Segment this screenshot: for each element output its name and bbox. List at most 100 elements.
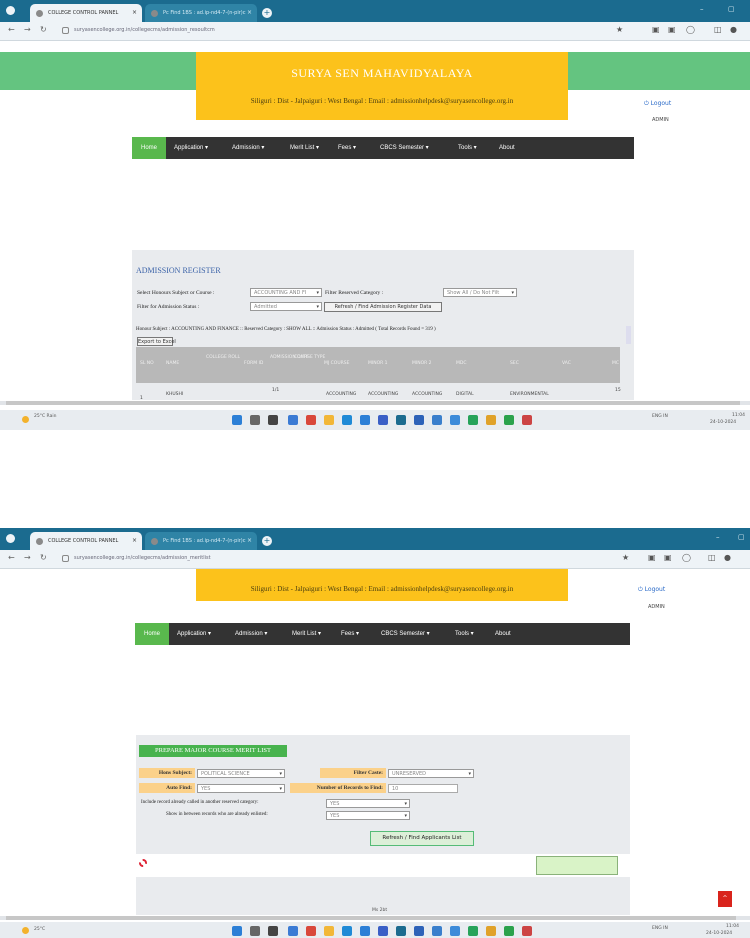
site-info-icon[interactable] — [62, 27, 69, 34]
menu-tools[interactable]: Tools ▾ — [458, 137, 477, 159]
bookmark-star-icon[interactable]: ★ — [616, 25, 623, 34]
app-icon[interactable] — [504, 926, 514, 936]
app-icon[interactable] — [522, 926, 532, 936]
url-field[interactable]: suryasencollege.org.in/collegecms/admiss… — [74, 555, 211, 561]
app-icon[interactable] — [504, 415, 514, 425]
refresh-register-button[interactable]: Refresh / Find Admission Register Data — [324, 302, 442, 312]
app-icon[interactable] — [360, 926, 370, 936]
menu-home[interactable]: Home — [135, 623, 169, 645]
menu-fees[interactable]: Fees ▾ — [338, 137, 356, 159]
menu-fees[interactable]: Fees ▾ — [341, 623, 359, 645]
menu-cbcs-semester[interactable]: CBCS Semester ▾ — [381, 623, 430, 645]
edge-icon[interactable] — [342, 415, 352, 425]
mail-icon[interactable] — [432, 926, 442, 936]
search-icon[interactable] — [250, 415, 260, 425]
close-tab-icon[interactable]: × — [247, 532, 252, 550]
browser-tab-inactive[interactable]: Pc Find 1BS : ad.ip-nd4-7-(n-pir)c × — [145, 4, 257, 22]
bookmark-star-icon[interactable]: ★ — [622, 553, 629, 562]
site-info-icon[interactable] — [62, 555, 69, 562]
scroll-to-top-button[interactable]: ^ — [718, 891, 732, 907]
menu-merit-list[interactable]: Merit List ▾ — [290, 137, 319, 159]
extension-icon[interactable]: ▣ — [652, 25, 660, 34]
file-explorer-icon[interactable] — [324, 926, 334, 936]
minimize-icon[interactable]: – — [700, 5, 704, 13]
widgets-icon[interactable] — [288, 415, 298, 425]
browser-tab-inactive[interactable]: Pc Find 1BS : ad.ip-nd4-7-(n-pir)c × — [145, 532, 257, 550]
menu-tools[interactable]: Tools ▾ — [455, 623, 474, 645]
language-indicator[interactable]: ENG IN — [652, 414, 668, 419]
account-icon[interactable]: ● — [724, 553, 731, 562]
account-icon[interactable]: ● — [730, 25, 737, 34]
hons-subject-select[interactable]: POLITICAL SCIENCE ▾ — [197, 769, 285, 778]
menu-admission[interactable]: Admission ▾ — [232, 137, 264, 159]
task-view-icon[interactable] — [268, 415, 278, 425]
start-icon[interactable] — [232, 415, 242, 425]
widgets-icon[interactable] — [288, 926, 298, 936]
reload-icon[interactable]: ↻ — [40, 553, 47, 562]
app-icon[interactable] — [396, 415, 406, 425]
new-tab-icon[interactable]: + — [262, 536, 272, 546]
app-icon[interactable] — [396, 926, 406, 936]
back-icon[interactable]: ← — [8, 553, 15, 562]
app-icon[interactable] — [414, 926, 424, 936]
show-between-select[interactable]: YES ▾ — [326, 811, 410, 820]
app-icon[interactable] — [414, 415, 424, 425]
browser-menu-icon[interactable] — [6, 6, 15, 15]
app-icon[interactable] — [378, 926, 388, 936]
records-to-find-input[interactable]: 10 — [388, 784, 458, 793]
browser-tab-active[interactable]: COLLEGE CONTROL PANNEL × — [30, 532, 142, 550]
menu-application[interactable]: Application ▾ — [174, 137, 208, 159]
new-tab-icon[interactable]: + — [262, 8, 272, 18]
search-icon[interactable] — [250, 926, 260, 936]
downloads-icon[interactable]: ▣ — [664, 553, 672, 562]
app-icon[interactable] — [378, 415, 388, 425]
chrome-icon[interactable] — [306, 415, 316, 425]
edge-icon[interactable] — [342, 926, 352, 936]
reload-icon[interactable]: ↻ — [40, 25, 47, 34]
profile-icon[interactable]: ◯ — [686, 25, 695, 34]
app-icon[interactable] — [486, 926, 496, 936]
refresh-applicants-button[interactable]: Refresh / Find Applicants List — [370, 831, 474, 846]
app-icon[interactable] — [468, 926, 478, 936]
maximize-icon[interactable]: ▢ — [728, 5, 735, 13]
browser-menu-icon[interactable] — [6, 534, 15, 543]
sidebar-icon[interactable]: ◫ — [708, 553, 716, 562]
maximize-icon[interactable]: ▢ — [738, 533, 745, 541]
menu-merit-list[interactable]: Merit List ▾ — [292, 623, 321, 645]
language-indicator[interactable]: ENG IN — [652, 926, 668, 931]
mail-icon[interactable] — [432, 415, 442, 425]
auto-find-select[interactable]: YES ▾ — [197, 784, 285, 793]
sidebar-icon[interactable]: ◫ — [714, 25, 722, 34]
horizontal-scrollbar[interactable] — [6, 401, 740, 405]
app-icon[interactable] — [468, 415, 478, 425]
forward-icon[interactable]: → — [24, 25, 31, 34]
chrome-icon[interactable] — [306, 926, 316, 936]
export-excel-button[interactable]: Export to Excel — [137, 337, 176, 346]
menu-cbcs-semester[interactable]: CBCS Semester ▾ — [380, 137, 429, 159]
menu-application[interactable]: Application ▾ — [177, 623, 211, 645]
browser-tab-active[interactable]: COLLEGE CONTROL PANNEL × — [30, 4, 142, 22]
forward-icon[interactable]: → — [24, 553, 31, 562]
vertical-scrollbar[interactable] — [626, 326, 631, 344]
clock-date[interactable]: 24-10-2024 — [710, 420, 736, 425]
admission-status-select[interactable]: Admitted ▾ — [250, 302, 322, 311]
app-icon[interactable] — [486, 415, 496, 425]
menu-about[interactable]: About — [495, 623, 511, 645]
close-tab-icon[interactable]: × — [132, 532, 137, 550]
include-record-select[interactable]: YES ▾ — [326, 799, 410, 808]
app-icon[interactable] — [450, 926, 460, 936]
downloads-icon[interactable]: ▣ — [668, 25, 676, 34]
menu-about[interactable]: About — [499, 137, 515, 159]
horizontal-scrollbar[interactable] — [6, 916, 736, 920]
close-tab-icon[interactable]: × — [247, 4, 252, 22]
course-select[interactable]: ACCOUNTING AND FI ▾ — [250, 288, 322, 297]
close-tab-icon[interactable]: × — [132, 4, 137, 22]
back-icon[interactable]: ← — [8, 25, 15, 34]
start-icon[interactable] — [232, 926, 242, 936]
logout-link[interactable]: ⏻ Logout — [644, 100, 671, 108]
filter-caste-select[interactable]: UNRESERVED ▾ — [388, 769, 474, 778]
task-view-icon[interactable] — [268, 926, 278, 936]
url-field[interactable]: suryasencollege.org.in/collegecms/admiss… — [74, 27, 215, 33]
clock-time[interactable]: 11:04 — [732, 413, 745, 418]
clock-date[interactable]: 24-10-2024 — [706, 931, 732, 936]
